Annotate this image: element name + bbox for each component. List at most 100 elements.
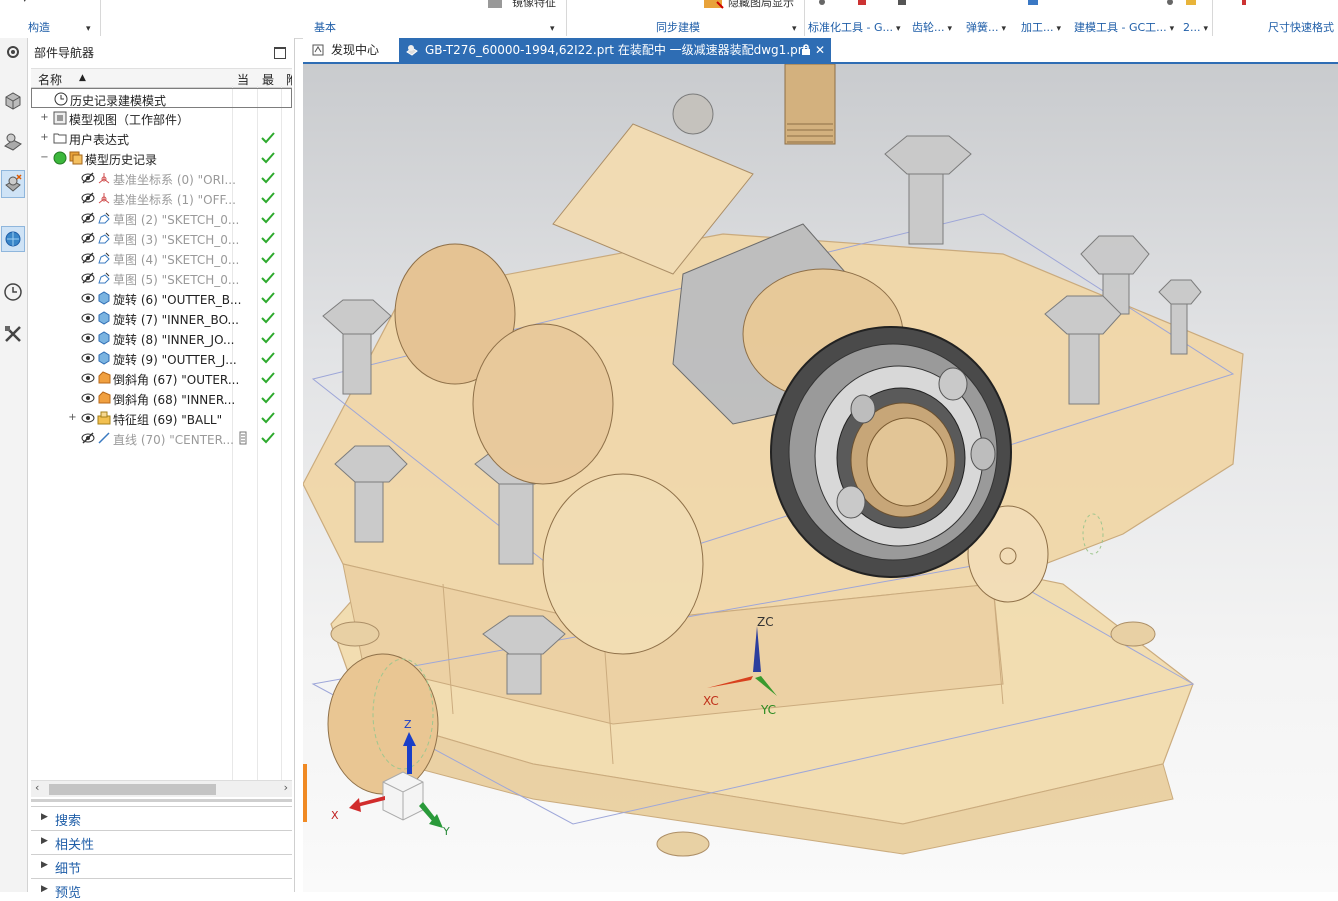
- tree-node[interactable]: − 模型历史记录: [31, 148, 292, 168]
- expand-icon[interactable]: +: [40, 113, 49, 123]
- ribbon-group-standard-tools[interactable]: 标准化工具 - G... ▾: [808, 20, 901, 36]
- tree-node[interactable]: + 用户表达式: [31, 128, 292, 148]
- expand-icon[interactable]: +: [40, 133, 49, 143]
- scroll-left-icon[interactable]: ‹: [35, 781, 39, 794]
- tree-node[interactable]: + 特征组 (69) "BALL": [31, 408, 292, 428]
- eye-hidden-icon[interactable]: [81, 231, 95, 245]
- ribbon-group-modeling-tools[interactable]: 建模工具 - GC工... ▾: [1074, 20, 1174, 36]
- eye-hidden-icon[interactable]: [81, 211, 95, 225]
- eye-hidden-icon[interactable]: [81, 171, 95, 185]
- tree-node[interactable]: 倒斜角 (68) "INNER...: [31, 388, 292, 408]
- tools-icon[interactable]: [1, 322, 25, 346]
- ribbon-group-more[interactable]: 2... ▾: [1183, 20, 1208, 36]
- mirror-feature-icon[interactable]: [486, 0, 504, 10]
- close-tab-icon[interactable]: ✕: [815, 38, 825, 62]
- wcs-x-label: XC: [703, 694, 719, 708]
- collapse-icon[interactable]: −: [40, 153, 49, 163]
- expand-arrow-icon: ▶: [41, 884, 48, 894]
- column-latest[interactable]: 最: [262, 71, 274, 88]
- up-to-date-check-icon: [261, 172, 275, 184]
- eye-icon[interactable]: [81, 351, 95, 365]
- active-status-icon: [53, 151, 67, 165]
- bearing-highlight: [770, 326, 1012, 578]
- column-header: 名称 ▲ 当 最 附: [31, 68, 292, 88]
- tree-node[interactable]: 旋转 (9) "OUTTER_J...: [31, 348, 292, 368]
- tab-discovery-center[interactable]: 发现中心: [305, 38, 397, 62]
- eye-icon[interactable]: [81, 411, 95, 425]
- graphics-window[interactable]: ZC XC YC Z X Y: [303, 64, 1338, 892]
- eye-icon[interactable]: [81, 391, 95, 405]
- document-tabs: 发现中心 GB-T276_60000-1994,62I22.prt 在装配中 一…: [303, 38, 1338, 64]
- up-to-date-check-icon: [261, 132, 275, 144]
- ribbon-group-basic[interactable]: 基本 ▾: [314, 20, 555, 36]
- tree-node[interactable]: 直线 (70) "CENTER...: [31, 428, 292, 448]
- ribbon-top-icons-right: [1167, 0, 1246, 5]
- sort-asc-icon[interactable]: ▲: [79, 73, 86, 83]
- ribbon: ▾ 镜像特征 隐藏图局显示 构造▾ 基本▾ 同步建模▾ 标准化工具 - G...…: [0, 0, 1338, 39]
- tree-node[interactable]: 旋转 (8) "INNER_JO...: [31, 328, 292, 348]
- ribbon-group-sync-modeling[interactable]: 同步建模 ▾: [656, 20, 797, 36]
- tree-node[interactable]: 基准坐标系 (1) "OFF...: [31, 188, 292, 208]
- horizontal-scrollbar[interactable]: ‹ ›: [31, 780, 292, 797]
- up-to-date-check-icon: [261, 412, 275, 424]
- history-clock-icon[interactable]: [1, 280, 25, 304]
- mirror-feature-label[interactable]: 镜像特征: [512, 0, 556, 10]
- eye-hidden-icon[interactable]: [81, 271, 95, 285]
- ribbon-group-dim-format[interactable]: 尺寸快速格式: [1268, 20, 1334, 36]
- up-to-date-check-icon: [261, 292, 275, 304]
- column-current[interactable]: 当: [237, 71, 249, 88]
- ribbon-top-dropdown[interactable]: ▾: [22, 0, 28, 5]
- expand-arrow-icon: ▶: [41, 836, 48, 846]
- resource-bar: [0, 38, 28, 892]
- constraint-navigator-icon[interactable]: [1, 130, 25, 154]
- tree-node[interactable]: 草图 (2) "SKETCH_0...: [31, 208, 292, 228]
- eye-icon[interactable]: [81, 311, 95, 325]
- tree-node[interactable]: 历史记录建模模式: [31, 88, 292, 108]
- eye-hidden-icon[interactable]: [81, 191, 95, 205]
- eye-icon[interactable]: [81, 371, 95, 385]
- column-name[interactable]: 名称: [38, 71, 62, 88]
- section-preview[interactable]: ▶ 预览: [31, 878, 292, 901]
- section-search[interactable]: ▶ 搜索: [31, 806, 292, 829]
- part-navigator-icon[interactable]: [1, 170, 25, 198]
- display-cut-icon[interactable]: [703, 0, 725, 12]
- up-to-date-check-icon: [261, 272, 275, 284]
- orange-edge-tab[interactable]: [303, 764, 307, 822]
- section-dependencies[interactable]: ▶ 相关性: [31, 830, 292, 853]
- up-to-date-check-icon: [261, 192, 275, 204]
- maximize-icon[interactable]: [274, 47, 286, 59]
- tree-node[interactable]: 草图 (3) "SKETCH_0...: [31, 228, 292, 248]
- tree-node[interactable]: 基准坐标系 (0) "ORI...: [31, 168, 292, 188]
- eye-icon[interactable]: [81, 291, 95, 305]
- ribbon-group-construct[interactable]: 构造 ▾: [28, 20, 91, 36]
- scroll-thumb[interactable]: [49, 784, 216, 795]
- display-cut-label[interactable]: 隐藏图局显示: [728, 0, 794, 10]
- tree-node[interactable]: 草图 (4) "SKETCH_0...: [31, 248, 292, 268]
- up-to-date-check-icon: [261, 312, 275, 324]
- eye-icon[interactable]: [81, 331, 95, 345]
- scroll-right-icon[interactable]: ›: [284, 781, 288, 794]
- tree-node[interactable]: 旋转 (7) "INNER_BO...: [31, 308, 292, 328]
- tree-node[interactable]: 旋转 (6) "OUTTER_B...: [31, 288, 292, 308]
- triad-y-label: Y: [442, 825, 450, 838]
- column-more[interactable]: 附: [286, 71, 292, 88]
- tree-node[interactable]: 草图 (5) "SKETCH_0...: [31, 268, 292, 288]
- eye-hidden-icon[interactable]: [81, 251, 95, 265]
- part-navigator: 部件导航器 名称 ▲ 当 最 附 历史记录建模模式+模型视图（工作部件）+用户表…: [28, 38, 295, 901]
- ribbon-group-gears[interactable]: 齿轮... ▾: [912, 20, 952, 36]
- ribbon-group-springs[interactable]: 弹簧... ▾: [966, 20, 1006, 36]
- up-to-date-check-icon: [261, 152, 275, 164]
- tree-node[interactable]: 倒斜角 (67) "OUTER...: [31, 368, 292, 388]
- eye-hidden-icon[interactable]: [81, 431, 95, 445]
- reuse-library-icon[interactable]: [1, 226, 25, 252]
- part-icon: [406, 45, 418, 56]
- up-to-date-check-icon: [261, 252, 275, 264]
- tab-active-part[interactable]: GB-T276_60000-1994,62I22.prt 在装配中 一级减速器装…: [399, 38, 831, 62]
- section-details[interactable]: ▶ 细节: [31, 854, 292, 877]
- assembly-navigator-icon[interactable]: [1, 88, 25, 112]
- expand-icon[interactable]: +: [68, 413, 77, 423]
- settings-gear-icon[interactable]: [1, 40, 25, 64]
- reducer-assembly-model[interactable]: ZC XC YC Z X Y: [303, 64, 1338, 892]
- tree-node[interactable]: + 模型视图（工作部件）: [31, 108, 292, 128]
- ribbon-group-machining[interactable]: 加工... ▾: [1021, 20, 1061, 36]
